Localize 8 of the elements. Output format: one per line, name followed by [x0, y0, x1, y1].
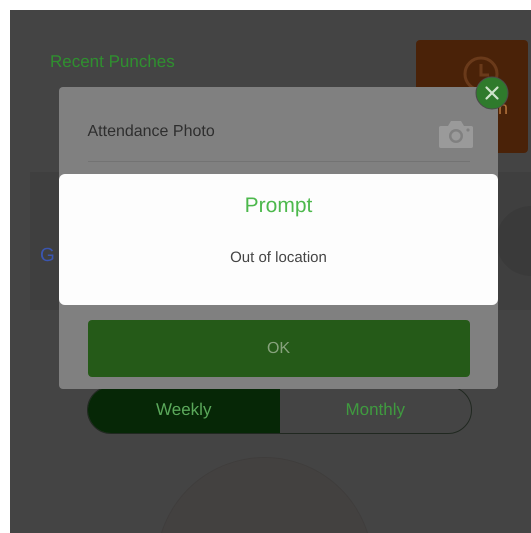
group-initial: G — [40, 245, 55, 267]
period-tab[interactable]: Weekly — [88, 387, 280, 433]
ok-button[interactable]: OK — [88, 320, 470, 377]
prompt-title: Prompt — [244, 194, 312, 218]
period-tab[interactable]: Monthly — [280, 387, 471, 433]
photo-label: Attendance Photo — [88, 123, 215, 141]
section-title: Recent Punches — [50, 52, 175, 72]
prompt-message: Out of location — [230, 249, 327, 266]
